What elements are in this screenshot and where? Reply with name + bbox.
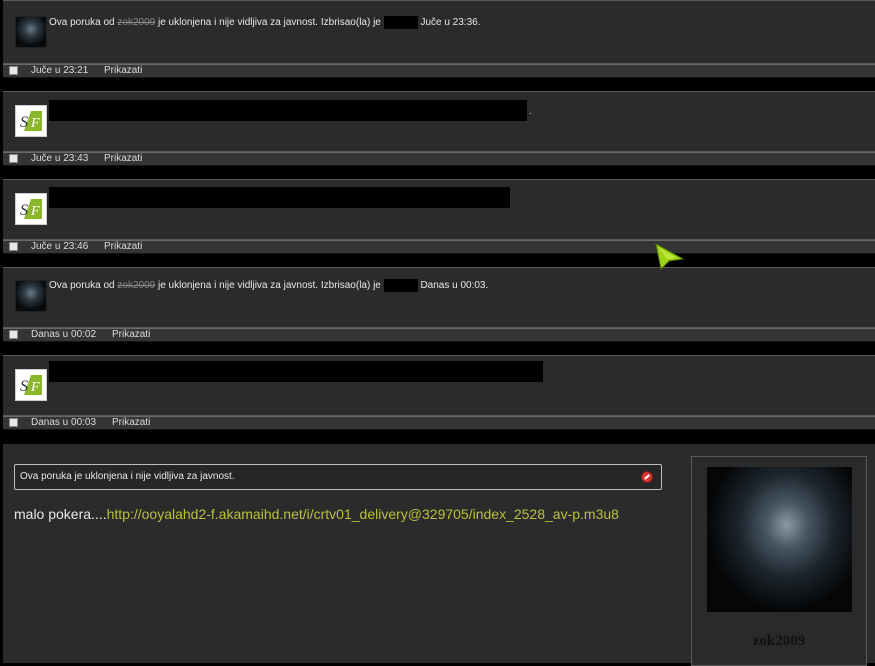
message-text: malo pokera.... [14,506,107,522]
vampire-avatar-icon[interactable] [15,280,47,312]
post-5-footer: Danas u 00:03 Prikazati [3,416,875,430]
redacted-text [49,187,510,208]
svg-text:S: S [20,202,28,219]
show-button[interactable]: Prikazati [112,329,150,341]
post-time[interactable]: Juče u 23:21 [31,65,88,77]
select-checkbox[interactable] [9,242,18,251]
censor-block [383,16,418,29]
svg-text:F: F [30,116,40,131]
show-button[interactable]: Prikazati [112,417,150,429]
notice-author[interactable]: zok2009 [117,280,155,291]
removed-notice: Ova poruka je uklonjena i nije vidljiva … [14,464,662,490]
sf-logo-icon[interactable]: S F [15,193,47,225]
select-checkbox[interactable] [9,154,18,163]
author-username[interactable]: zok2009 [692,633,866,650]
sf-logo-icon[interactable]: S F [15,369,47,401]
notice-prefix: Ova poruka od [49,17,115,29]
show-button[interactable]: Prikazati [104,153,142,165]
post-1-footer: Juče u 23:21 Prikazati [3,64,875,78]
vampire-avatar-icon[interactable] [15,16,47,48]
svg-text:F: F [30,204,40,219]
post-time[interactable]: Juče u 23:43 [31,153,88,165]
author-profile: zok2009 [691,456,867,666]
post-3-footer: Juče u 23:46 Prikazati [3,240,875,254]
deleted-notice: Ova poruka od zok2009 je uklonjena i nij… [49,16,480,29]
svg-text:F: F [30,380,40,395]
svg-text:S: S [20,378,28,395]
sf-logo-icon[interactable]: S F [15,105,47,137]
select-checkbox[interactable] [9,66,18,75]
notice-time: Danas u 00:03. [420,280,489,292]
post-2-footer: Juče u 23:43 Prikazati [3,152,875,166]
removed-notice-text: Ova poruka je uklonjena i nije vidljiva … [20,471,235,482]
sf-logo-graphic: S F [20,375,42,395]
post-time[interactable]: Danas u 00:03 [31,417,96,429]
stop-icon[interactable] [641,471,653,483]
post-time[interactable]: Danas u 00:02 [31,329,96,341]
post-4-footer: Danas u 00:02 Prikazati [3,328,875,342]
select-checkbox[interactable] [9,418,18,427]
last-post: Ova poruka je uklonjena i nije vidljiva … [3,444,875,666]
post-message: malo pokera....http://ooyalahd2-f.akamai… [14,504,674,524]
post-5: S F [3,355,875,416]
post-2: S F . [3,91,875,152]
post-1: Ova poruka od zok2009 je uklonjena i nij… [3,0,875,64]
trailing-period: . [529,106,532,117]
show-button[interactable]: Prikazati [104,241,142,253]
redacted-text [49,361,543,382]
notice-middle: je uklonjena i nije vidljiva za javnost.… [157,280,381,292]
notice-middle: je uklonjena i nije vidljiva za javnost.… [157,17,381,29]
post-3: S F [3,179,875,240]
deleted-notice: Ova poruka od zok2009 je uklonjena i nij… [49,279,488,292]
notice-prefix: Ova poruka od [49,280,115,292]
cursor-arrow-icon [655,243,685,271]
redacted-text [49,100,527,121]
post-time[interactable]: Juče u 23:46 [31,241,88,253]
notice-time: Juče u 23:36. [420,17,481,29]
post-4: Ova poruka od zok2009 je uklonjena i nij… [3,267,875,328]
stream-link[interactable]: http://ooyalahd2-f.akamaihd.net/i/crtv01… [107,506,619,522]
svg-text:S: S [20,114,28,131]
sf-logo-graphic: S F [20,199,42,219]
censor-block [383,279,418,292]
sf-logo-graphic: S F [20,111,42,131]
notice-author[interactable]: zok2009 [117,17,155,28]
show-button[interactable]: Prikazati [104,65,142,77]
select-checkbox[interactable] [9,330,18,339]
vampire-profile-picture[interactable] [707,467,852,612]
